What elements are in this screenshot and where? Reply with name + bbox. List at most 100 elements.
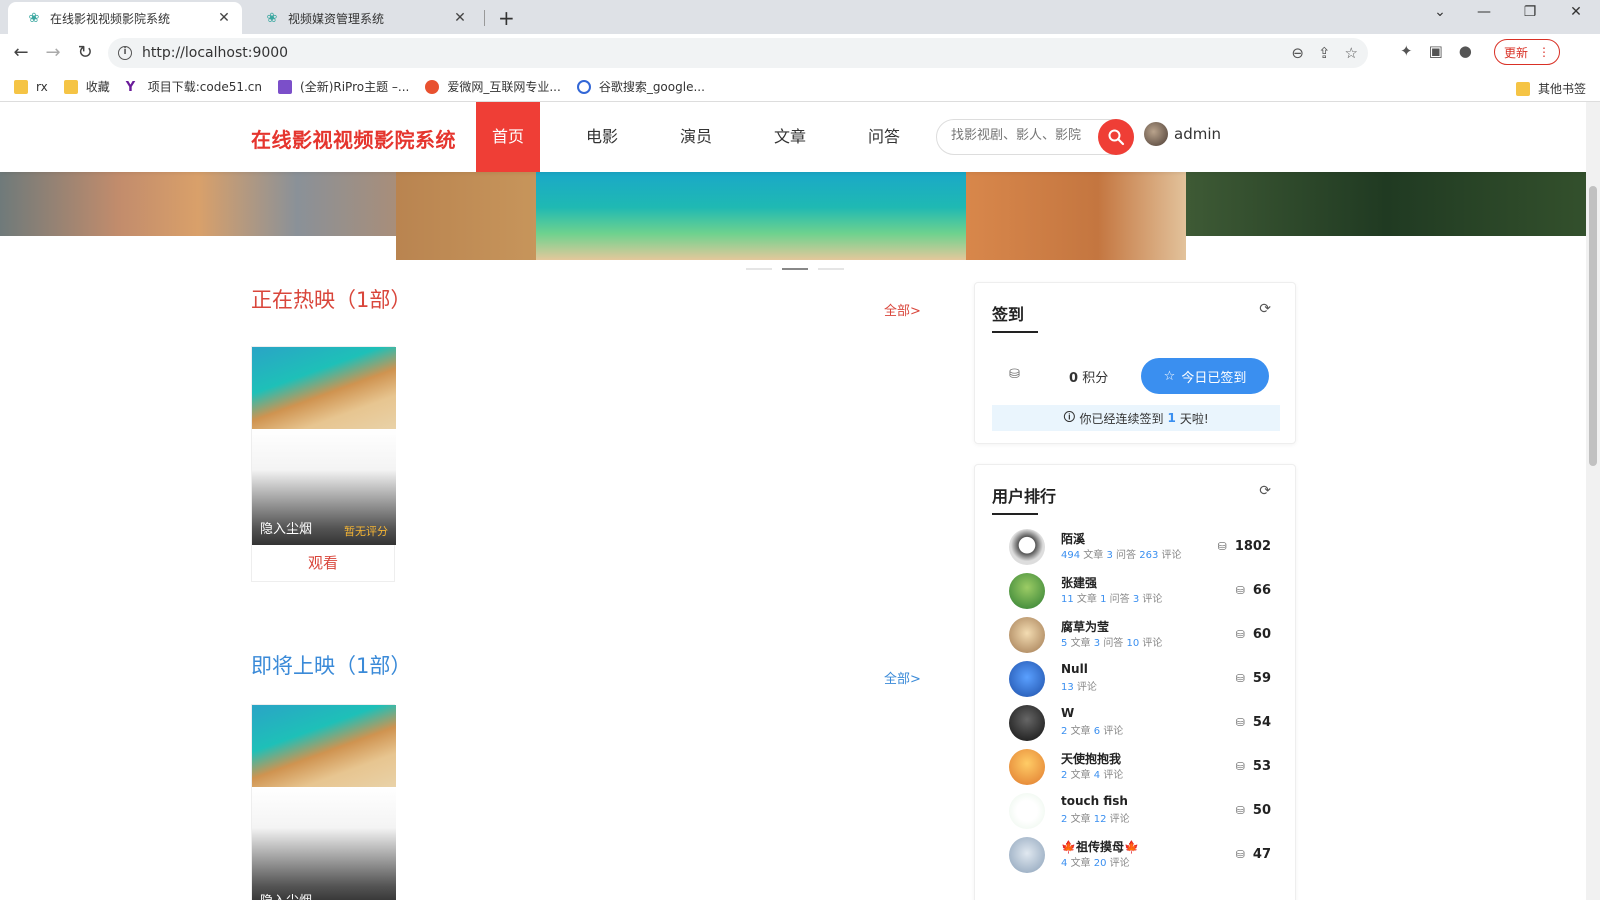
carousel-dot[interactable]	[818, 268, 844, 270]
minimize-icon[interactable]: —	[1464, 4, 1504, 20]
site-icon	[576, 79, 591, 94]
tab-inactive[interactable]: ❀ 视频媒资管理系统 ✕	[246, 2, 478, 34]
coins-icon: ⛁	[1235, 672, 1245, 685]
zoom-icon[interactable]: ⊖	[1291, 44, 1304, 62]
search-input[interactable]	[951, 128, 1091, 143]
restore-icon[interactable]: ❐	[1510, 4, 1550, 20]
scrollbar-thumb[interactable]	[1589, 186, 1597, 466]
ranking-username[interactable]: 天使抱抱我	[1061, 750, 1121, 767]
user-menu[interactable]: admin	[1144, 122, 1221, 146]
ranking-row[interactable]: 🍁祖传摸母🍁 4 文章 20 评论 ⛁ 47	[1009, 835, 1279, 875]
movie-poster-overlay: 隐入尘烟 暂无评分	[252, 429, 396, 545]
coins-icon: ⛁	[1009, 367, 1020, 382]
avatar[interactable]	[1009, 705, 1045, 741]
site-icon	[425, 79, 440, 94]
nav-movies[interactable]: 电影	[570, 102, 634, 172]
forward-icon[interactable]: →	[42, 42, 64, 64]
ranking-username[interactable]: Null	[1061, 662, 1088, 676]
bookmark-star-icon[interactable]: ☆	[1345, 44, 1358, 62]
ranking-score: ⛁ 54	[1235, 715, 1271, 730]
ranking-username[interactable]: 腐草为莹	[1061, 618, 1109, 635]
avatar[interactable]	[1009, 529, 1045, 565]
ranking-row[interactable]: W 2 文章 6 评论 ⛁ 54	[1009, 703, 1279, 743]
extensions-icon[interactable]: ✦	[1400, 42, 1413, 60]
nav-qa[interactable]: 问答	[852, 102, 916, 172]
address-bar[interactable]: i http://localhost:9000 ⊖ ⇪ ☆	[108, 38, 1368, 68]
ranking-row[interactable]: 腐草为莹 5 文章 3 问答 10 评论 ⛁ 60	[1009, 615, 1279, 655]
carousel-dot-active[interactable]	[782, 268, 808, 270]
bookmark-item[interactable]: (全新)RiPro主题 –...	[278, 78, 409, 95]
watch-button[interactable]: 观看	[252, 545, 394, 581]
avatar[interactable]	[1009, 837, 1045, 873]
coins-icon: ⛁	[1235, 628, 1245, 641]
ranking-score: ⛁ 1802	[1217, 539, 1271, 554]
ranking-username[interactable]: 陌溪	[1061, 530, 1085, 547]
movie-score: 暂无评分	[344, 525, 388, 538]
page-scrollbar[interactable]	[1586, 102, 1600, 900]
coins-icon: ⛁	[1235, 848, 1245, 861]
carousel-dot[interactable]	[746, 268, 772, 270]
avatar[interactable]	[1009, 573, 1045, 609]
bookmark-item[interactable]: 谷歌搜索_google...	[576, 78, 705, 95]
ranking-row[interactable]: 张建强 11 文章 1 问答 3 评论 ⛁ 66	[1009, 571, 1279, 611]
username: admin	[1174, 125, 1221, 143]
refresh-icon[interactable]: ⟳	[1259, 301, 1271, 317]
reload-icon[interactable]: ↻	[74, 42, 96, 64]
ranking-score: ⛁ 47	[1235, 847, 1271, 862]
side-panel-icon[interactable]: ▣	[1429, 42, 1443, 60]
bookmark-item[interactable]: 爱微网_互联网专业...	[425, 78, 561, 95]
banner-carousel[interactable]	[0, 172, 1586, 260]
ranking-score: ⛁ 50	[1235, 803, 1271, 818]
refresh-icon[interactable]: ⟳	[1259, 483, 1271, 499]
update-button[interactable]: 更新 ⋮	[1494, 39, 1560, 65]
close-tab-icon[interactable]: ✕	[216, 10, 232, 26]
coins-icon: ⛁	[1235, 804, 1245, 817]
avatar[interactable]	[1009, 617, 1045, 653]
ranking-stats: 13 评论	[1061, 682, 1097, 693]
movie-card[interactable]: 隐入尘烟 暂无评分 观看	[251, 346, 396, 582]
bookmark-item[interactable]: 收藏	[63, 78, 110, 95]
browser-toolbar: ← → ↻ i http://localhost:9000 ⊖ ⇪ ☆ ✦ ▣ …	[0, 34, 1600, 72]
share-icon[interactable]: ⇪	[1318, 44, 1331, 62]
ranking-row[interactable]: touch fish 2 文章 12 评论 ⛁ 50	[1009, 791, 1279, 831]
site-favicon-icon: ❀	[28, 10, 40, 26]
nav-actors[interactable]: 演员	[664, 102, 728, 172]
avatar[interactable]	[1009, 749, 1045, 785]
ranking-stats: 5 文章 3 问答 10 评论	[1061, 638, 1163, 649]
ranking-row[interactable]: 陌溪 494 文章 3 问答 263 评论 ⛁ 1802	[1009, 527, 1279, 567]
avatar	[1144, 122, 1168, 146]
nav-articles[interactable]: 文章	[758, 102, 822, 172]
movie-poster[interactable]	[252, 347, 396, 429]
site-logo[interactable]: 在线影视视频影院系统	[251, 124, 456, 153]
now-showing-more-link[interactable]: 全部>	[884, 300, 921, 319]
new-tab-icon[interactable]: +	[498, 6, 515, 30]
ranking-username[interactable]: 张建强	[1061, 574, 1097, 591]
now-showing-title: 正在热映（1部）	[251, 288, 412, 312]
tab-search-icon[interactable]: ⌄	[1420, 4, 1460, 20]
ranking-username[interactable]: 🍁祖传摸母🍁	[1061, 838, 1139, 855]
ranking-stats: 2 文章 6 评论	[1061, 726, 1124, 737]
tab-active[interactable]: ❀ 在线影视视频影院系统 ✕	[8, 2, 242, 34]
site-info-icon[interactable]: i	[118, 46, 132, 60]
ranking-username[interactable]: W	[1061, 706, 1074, 720]
bookmark-item[interactable]: rx	[14, 79, 48, 94]
signin-button[interactable]: ☆ 今日已签到	[1141, 358, 1269, 394]
close-tab-icon[interactable]: ✕	[452, 10, 468, 26]
close-window-icon[interactable]: ✕	[1556, 4, 1596, 20]
ranking-row[interactable]: Null 13 评论 ⛁ 59	[1009, 659, 1279, 699]
bookmark-item[interactable]: Y 项目下载:code51.cn	[126, 78, 262, 95]
search-button[interactable]	[1098, 119, 1134, 155]
movie-card[interactable]: 隐入尘烟	[251, 704, 396, 900]
back-icon[interactable]: ←	[10, 42, 32, 64]
movie-poster[interactable]	[252, 705, 396, 787]
avatar[interactable]	[1009, 793, 1045, 829]
other-bookmarks[interactable]: 其他书签	[1515, 80, 1586, 97]
ranking-stats: 11 文章 1 问答 3 评论	[1061, 594, 1163, 605]
url-text: http://localhost:9000	[142, 45, 289, 61]
nav-home[interactable]: 首页	[476, 102, 540, 172]
ranking-row[interactable]: 天使抱抱我 2 文章 4 评论 ⛁ 53	[1009, 747, 1279, 787]
avatar[interactable]	[1009, 661, 1045, 697]
ranking-username[interactable]: touch fish	[1061, 794, 1128, 808]
profile-icon[interactable]: ●	[1459, 42, 1472, 60]
coming-soon-more-link[interactable]: 全部>	[884, 668, 921, 687]
